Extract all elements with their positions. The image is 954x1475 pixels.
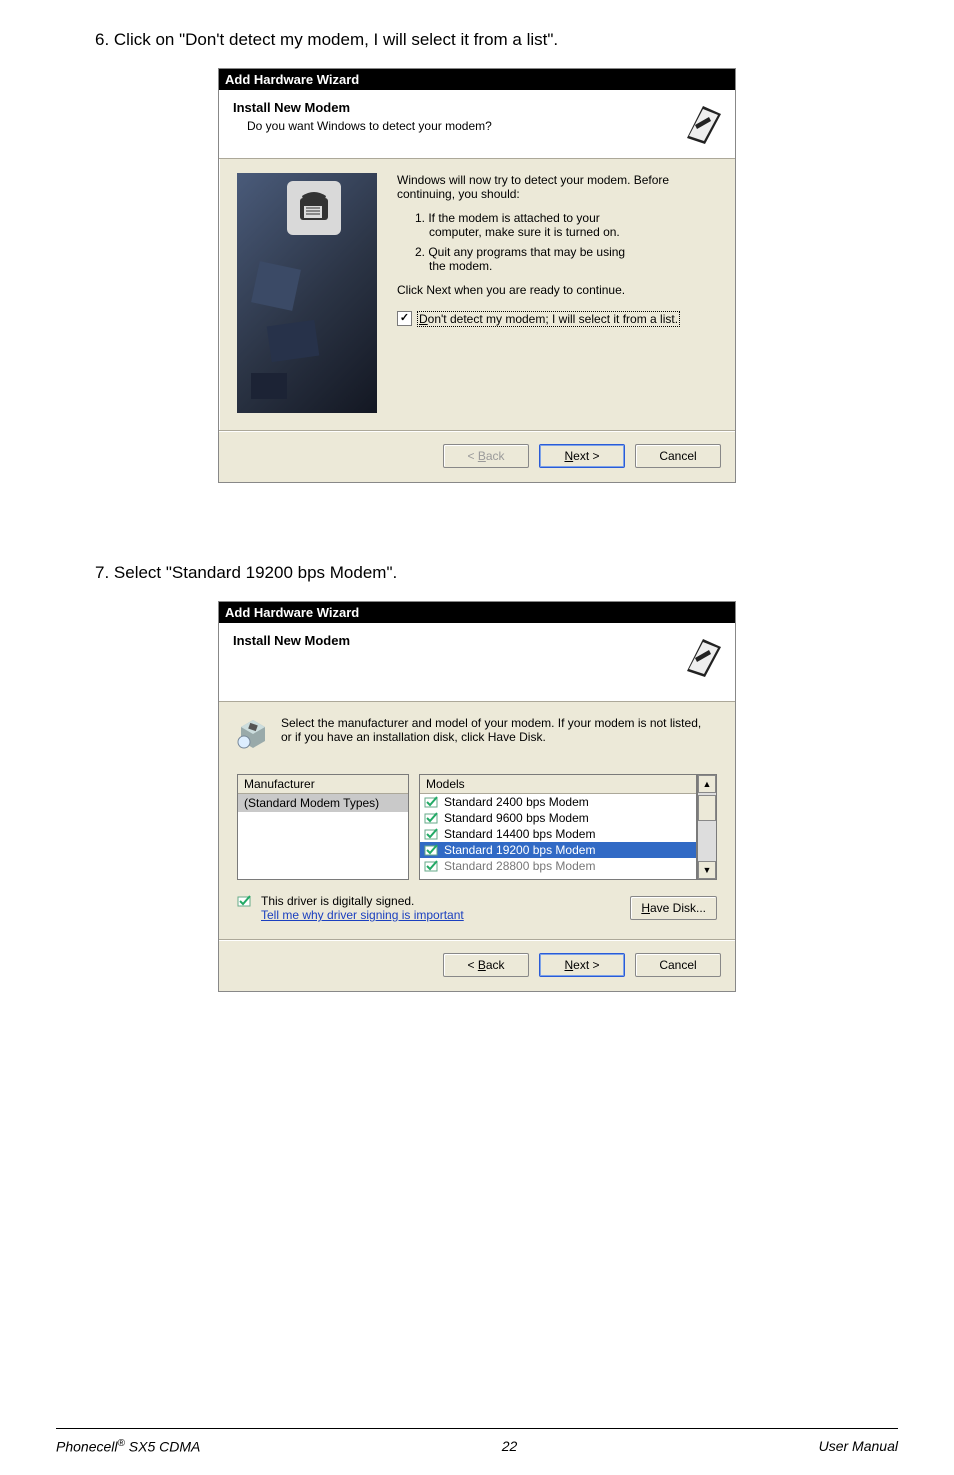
footer-right: User Manual — [819, 1438, 898, 1455]
modem-wizard-icon — [681, 100, 725, 144]
signed-driver-icon — [424, 827, 440, 841]
manufacturer-item-standard[interactable]: (Standard Modem Types) — [238, 794, 408, 812]
back-button[interactable]: < Back — [443, 953, 529, 977]
add-hardware-wizard-detect-dialog: Add Hardware Wizard Install New Modem Do… — [218, 68, 736, 483]
modem-wizard-icon — [681, 633, 725, 677]
models-listbox[interactable]: Models Standard 2400 bps Modem Standard … — [419, 774, 697, 880]
dont-detect-checkbox[interactable] — [397, 311, 412, 326]
detect-bullet-2a: 2. Quit any programs that may be using — [415, 245, 625, 259]
cancel-button[interactable]: Cancel — [635, 953, 721, 977]
dialog2-button-row: < Back Next > Cancel — [219, 940, 735, 991]
signed-driver-icon — [237, 894, 253, 908]
dialog1-button-row: < Back Next > Cancel — [219, 431, 735, 482]
add-hardware-wizard-model-dialog: Add Hardware Wizard Install New Modem — [218, 601, 736, 992]
wizard-side-graphic — [237, 173, 377, 413]
signed-driver-icon — [424, 843, 440, 857]
dialog1-header-subtitle: Do you want Windows to detect your modem… — [247, 119, 492, 133]
dialog2-header: Install New Modem — [219, 623, 735, 702]
dialog1-header-title: Install New Modem — [233, 100, 492, 115]
detect-bullet-2b: the modem. — [429, 259, 492, 273]
detect-intro-text: Windows will now try to detect your mode… — [397, 173, 711, 201]
step-7-text: 7. Select "Standard 19200 bps Modem". — [95, 563, 954, 583]
cancel-button[interactable]: Cancel — [635, 444, 721, 468]
dialog2-header-title: Install New Modem — [233, 633, 350, 648]
dialog2-titlebar: Add Hardware Wizard — [219, 602, 735, 623]
chip-icon — [235, 716, 271, 752]
model-item-9600[interactable]: Standard 9600 bps Modem — [420, 810, 696, 826]
footer-divider — [56, 1428, 898, 1429]
detect-bullet-1a: 1. If the modem is attached to your — [415, 211, 600, 225]
detect-bullet-1b: computer, make sure it is turned on. — [429, 225, 620, 239]
signed-driver-icon — [424, 795, 440, 809]
model-instruction-text: Select the manufacturer and model of you… — [281, 716, 715, 744]
dialog1-titlebar: Add Hardware Wizard — [219, 69, 735, 90]
scroll-up-button[interactable]: ▲ — [698, 775, 716, 793]
page-footer: Phonecell® SX5 CDMA 22 User Manual — [56, 1438, 898, 1455]
models-scrollbar[interactable]: ▲ ▼ — [697, 774, 717, 880]
detect-ready-text: Click Next when you are ready to continu… — [397, 283, 711, 297]
model-item-28800-partial[interactable]: Standard 28800 bps Modem — [420, 858, 696, 874]
dont-detect-label: Don't detect my modem; I will select it … — [418, 312, 679, 326]
manufacturer-listbox[interactable]: Manufacturer (Standard Modem Types) — [237, 774, 409, 880]
footer-page-number: 22 — [502, 1438, 518, 1455]
models-header: Models — [420, 775, 696, 794]
signed-driver-icon — [424, 859, 440, 873]
footer-left: Phonecell® SX5 CDMA — [56, 1438, 200, 1455]
step-6-text: 6. Click on "Don't detect my modem, I wi… — [95, 30, 954, 50]
scroll-track[interactable] — [698, 793, 716, 861]
dialog1-header: Install New Modem Do you want Windows to… — [219, 90, 735, 159]
telephone-icon — [294, 188, 334, 228]
model-item-19200-selected[interactable]: Standard 19200 bps Modem — [420, 842, 696, 858]
manufacturer-header: Manufacturer — [238, 775, 408, 794]
next-button[interactable]: Next > — [539, 953, 625, 977]
driver-signing-link[interactable]: Tell me why driver signing is important — [261, 908, 464, 922]
model-item-2400[interactable]: Standard 2400 bps Modem — [420, 794, 696, 810]
dont-detect-checkbox-row[interactable]: Don't detect my modem; I will select it … — [397, 311, 711, 326]
next-button[interactable]: Next > — [539, 444, 625, 468]
scroll-down-button[interactable]: ▼ — [698, 861, 716, 879]
scroll-thumb[interactable] — [698, 795, 716, 821]
model-item-14400[interactable]: Standard 14400 bps Modem — [420, 826, 696, 842]
back-button[interactable]: < Back — [443, 444, 529, 468]
signed-driver-icon — [424, 811, 440, 825]
have-disk-button[interactable]: Have Disk... — [630, 896, 717, 920]
driver-signed-text: This driver is digitally signed. — [261, 894, 464, 908]
